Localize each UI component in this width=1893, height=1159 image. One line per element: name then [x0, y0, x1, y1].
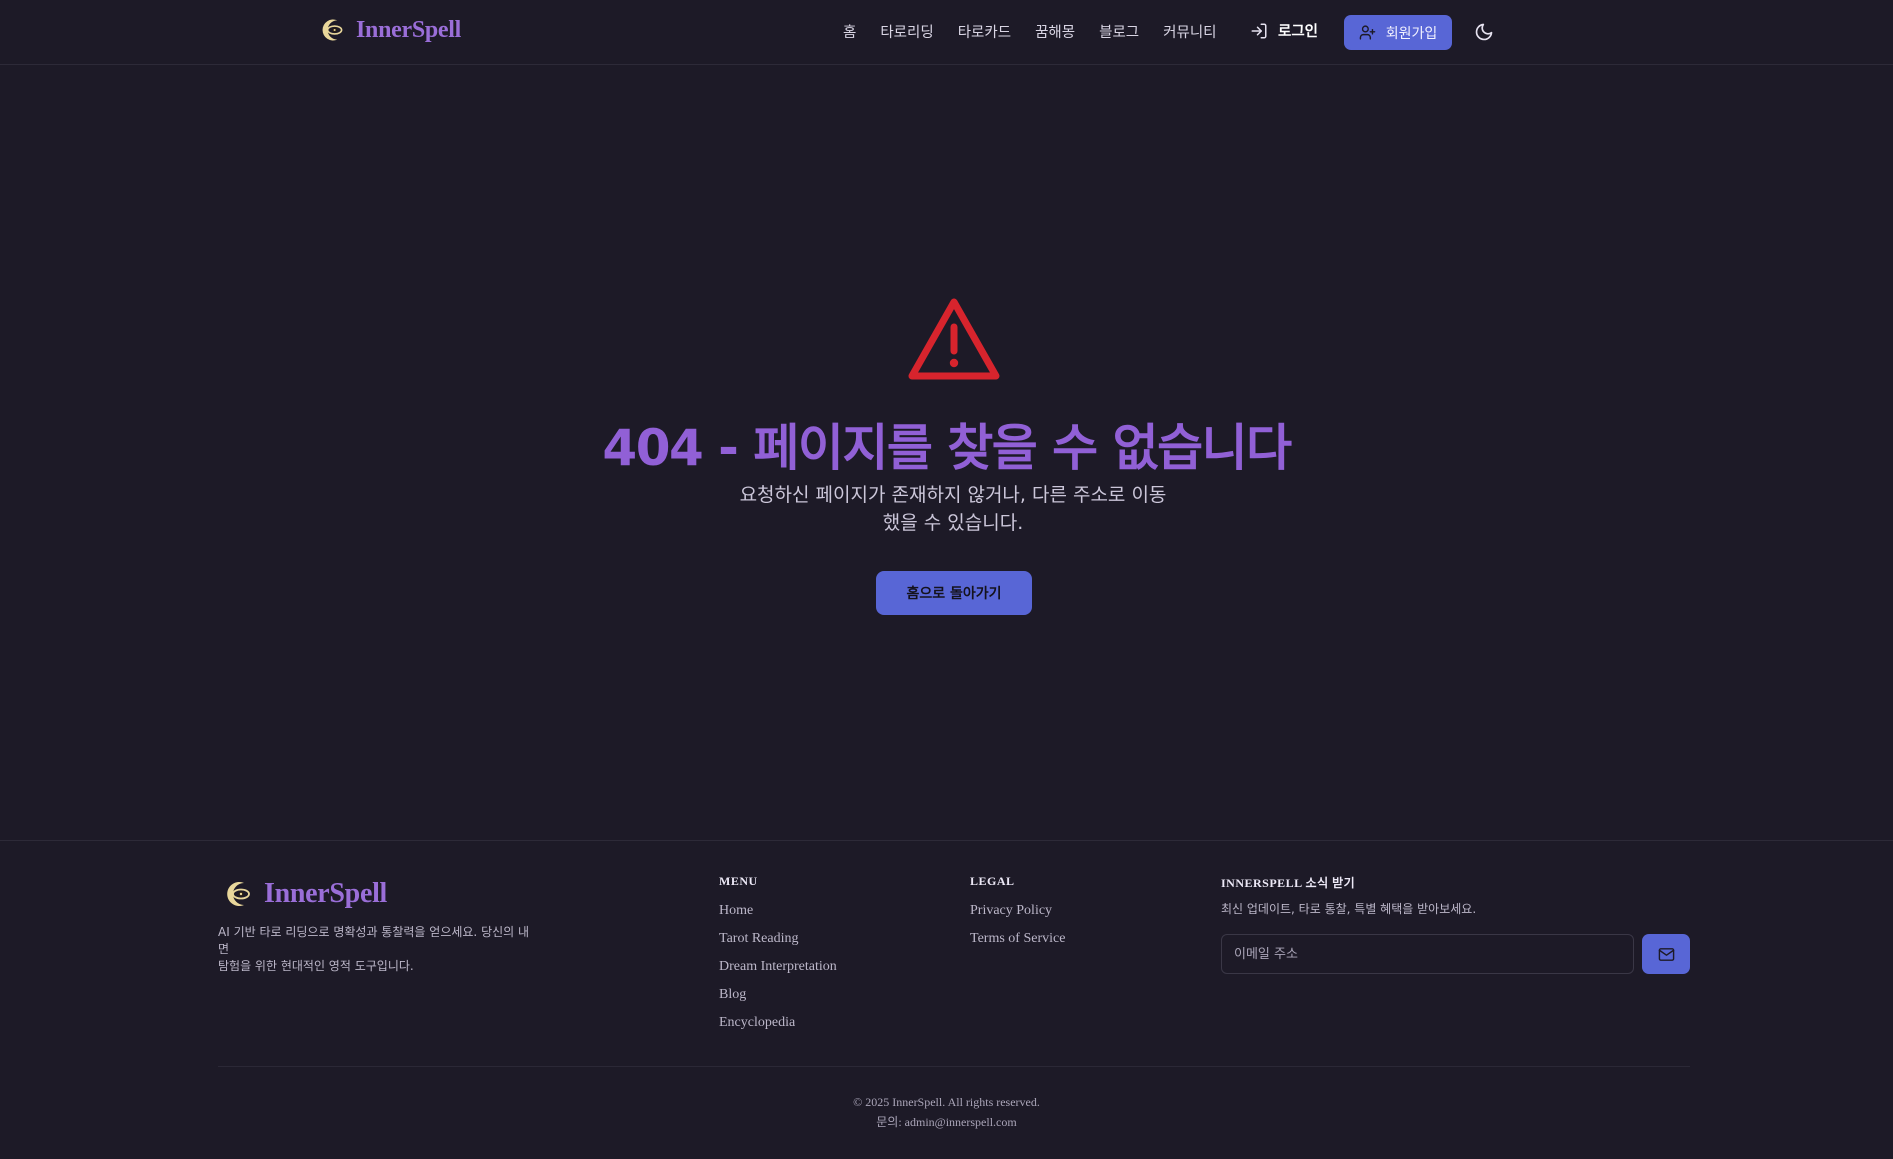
- login-icon: [1251, 23, 1267, 38]
- footer-description-line2: 탐험을 위한 현대적인 영적 도구입니다.: [218, 959, 414, 973]
- login-label: 로그인: [1278, 24, 1319, 40]
- footer-brand-name: InnerSpell: [264, 878, 388, 909]
- footer-bottom: © 2025 InnerSpell. All rights reserved. …: [0, 1092, 1893, 1132]
- footer-menu-links: Home Tarot Reading Dream Interpretation …: [719, 901, 837, 1032]
- newsletter-subscribe-button[interactable]: [1642, 934, 1690, 974]
- nav-item-blog[interactable]: 블로그: [1099, 21, 1139, 42]
- footer-divider: [0, 840, 1893, 841]
- newsletter-title: INNERSPELL 소식 받기: [1221, 876, 1356, 890]
- footer-description-line1: AI 기반 타로 리딩으로 명확성과 통찰력을 얻으세요. 당신의 내면: [218, 925, 530, 956]
- newsletter-description: 최신 업데이트, 타로 통찰, 특별 혜택을 받아보세요.: [1221, 902, 1477, 916]
- footer-description: AI 기반 타로 리딩으로 명확성과 통찰력을 얻으세요. 당신의 내면 탐험을…: [218, 924, 538, 975]
- crescent-eye-icon: [227, 882, 250, 906]
- footer-link-home[interactable]: Home: [719, 901, 837, 920]
- main-nav: 홈 타로리딩 타로카드 꿈해몽 블로그 커뮤니티: [843, 21, 1217, 42]
- error-title: 404 - 페이지를 찾을 수 없습니다: [602, 419, 1292, 477]
- footer-link-blog[interactable]: Blog: [719, 985, 837, 1004]
- footer-link-encyclopedia[interactable]: Encyclopedia: [719, 1013, 837, 1032]
- footer-logo[interactable]: InnerSpell: [222, 878, 387, 910]
- mail-icon: [1658, 947, 1674, 961]
- footer-link-terms[interactable]: Terms of Service: [970, 929, 1065, 948]
- footer-legal-links: Privacy Policy Terms of Service: [970, 901, 1065, 948]
- nav-item-tarot-reading[interactable]: 타로리딩: [880, 21, 933, 42]
- newsletter-email-input[interactable]: [1221, 934, 1634, 974]
- footer-link-tarot-reading[interactable]: Tarot Reading: [719, 929, 837, 948]
- footer-menu-title: MENU: [719, 874, 758, 888]
- site-header: InnerSpell 홈 타로리딩 타로카드 꿈해몽 블로그 커뮤니티 로그인 …: [0, 0, 1893, 65]
- header-logo[interactable]: InnerSpell: [318, 16, 461, 44]
- footer-legal-title: LEGAL: [970, 874, 1015, 888]
- login-button[interactable]: 로그인: [1250, 20, 1318, 41]
- signup-button[interactable]: 회원가입: [1344, 15, 1452, 50]
- nav-item-tarot-cards[interactable]: 타로카드: [958, 21, 1011, 42]
- footer-rule: [218, 1066, 1690, 1067]
- contact-email[interactable]: 문의: admin@innerspell.com: [0, 1112, 1893, 1132]
- footer-link-privacy[interactable]: Privacy Policy: [970, 901, 1065, 920]
- copyright-text: © 2025 InnerSpell. All rights reserved.: [853, 1095, 1040, 1109]
- footer-link-dream-interpretation[interactable]: Dream Interpretation: [719, 957, 837, 976]
- signup-label: 회원가입: [1385, 25, 1438, 42]
- user-plus-icon: [1359, 25, 1376, 40]
- error-message-line2: 했을 수 있습니다.: [882, 512, 1024, 534]
- go-home-button[interactable]: 홈으로 돌아가기: [876, 571, 1032, 615]
- brand-name: InnerSpell: [356, 16, 462, 43]
- nav-item-dream[interactable]: 꿈해몽: [1035, 21, 1075, 42]
- nav-item-community[interactable]: 커뮤니티: [1163, 21, 1216, 42]
- error-message: 요청하신 페이지가 존재하지 않거나, 다른 주소로 이동 했을 수 있습니다.: [726, 481, 1180, 537]
- warning-triangle-icon: [908, 298, 1000, 380]
- crescent-eye-icon: [322, 19, 343, 41]
- nav-item-home[interactable]: 홈: [843, 21, 856, 42]
- error-message-line1: 요청하신 페이지가 존재하지 않거나, 다른 주소로 이동: [739, 484, 1167, 506]
- moon-icon[interactable]: [1474, 22, 1494, 42]
